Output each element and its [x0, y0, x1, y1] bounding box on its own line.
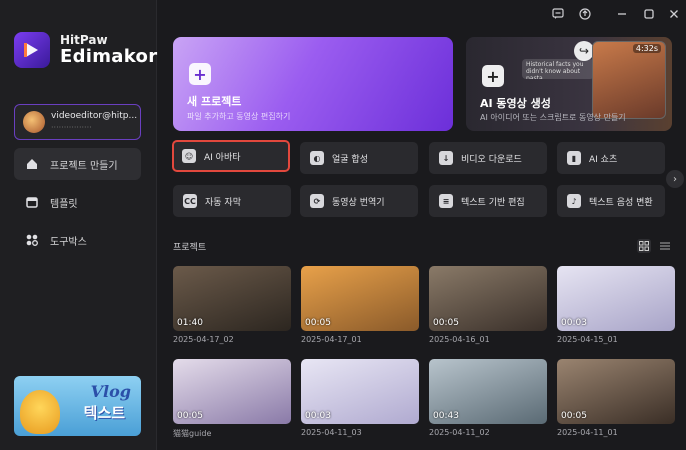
tool-text-to-speech[interactable]: ♪ 텍스트 음성 변환	[557, 185, 665, 217]
project-duration: 00:43	[433, 411, 459, 421]
project-duration: 00:05	[177, 411, 203, 421]
edimakor-logo-icon	[14, 32, 50, 68]
project-card[interactable]: 00:05	[301, 266, 419, 331]
project-duration: 00:03	[561, 318, 587, 328]
sidebar-item-label: 프로젝트 만들기	[50, 160, 118, 172]
sidebar-item-templates[interactable]: 템플릿	[14, 186, 141, 218]
project-name: 2025-04-11_03	[301, 428, 362, 437]
project-duration: 01:40	[177, 318, 203, 328]
sidebar: HitPaw Edimakor videoeditor@hitp... ····…	[0, 0, 157, 450]
ai-video-title: AI 동영상 생성	[480, 97, 551, 110]
project-name: 2025-04-17_01	[301, 335, 362, 344]
ai-video-generation-card[interactable]: + Historical facts you didn't know about…	[466, 37, 672, 131]
translate-icon: ⟳	[310, 194, 324, 208]
chevron-right-icon[interactable]: ›	[666, 170, 684, 188]
tool-label: AI 아바타	[204, 152, 241, 163]
ai-video-preview: 4:32s	[592, 41, 666, 119]
tool-video-translator[interactable]: ⟳ 동영상 번역기	[300, 185, 418, 217]
ai-video-caption: Historical facts you didn't know about p…	[522, 59, 594, 79]
tool-ai-shorts[interactable]: ▮ AI 쇼츠	[557, 142, 665, 174]
ai-video-subtitle: AI 아이디어 또는 스크립트로 동영상 만들기	[480, 113, 626, 122]
face-swap-icon: ◐	[310, 151, 324, 165]
plus-icon: +	[482, 65, 504, 87]
plus-icon: +	[189, 63, 211, 85]
ai-video-duration: 4:32s	[632, 44, 661, 53]
toolbox-icon	[24, 232, 40, 248]
new-project-title: 새 프로젝트	[187, 95, 242, 108]
home-icon	[24, 156, 40, 172]
share-arrow-icon: ↪	[574, 41, 594, 61]
avatar-icon: ☺	[182, 149, 196, 163]
project-card[interactable]: 00:43	[429, 359, 547, 424]
tts-icon: ♪	[567, 194, 581, 208]
project-duration: 00:03	[305, 411, 331, 421]
download-icon: ↓	[439, 151, 453, 165]
shorts-icon: ▮	[567, 151, 581, 165]
tool-text-based-edit[interactable]: ≡ 텍스트 기반 편집	[429, 185, 547, 217]
project-name: 2025-04-16_01	[429, 335, 490, 344]
project-card[interactable]: 01:40	[173, 266, 291, 331]
project-card[interactable]: 00:03	[301, 359, 419, 424]
project-name: 2025-04-17_02	[173, 335, 234, 344]
tool-face-swap[interactable]: ◐ 얼굴 합성	[300, 142, 418, 174]
account-sub: ················	[51, 122, 92, 132]
tool-label: 텍스트 음성 변환	[589, 197, 653, 208]
tool-ai-avatar[interactable]: ☺ AI 아바타	[172, 140, 290, 172]
sidebar-item-toolbox[interactable]: 도구박스	[14, 224, 141, 256]
tool-auto-subtitle[interactable]: CC 자동 자막	[173, 185, 291, 217]
project-duration: 00:05	[433, 318, 459, 328]
feedback-icon[interactable]	[550, 6, 566, 22]
avatar	[23, 111, 45, 133]
tool-label: 비디오 다운로드	[461, 154, 522, 165]
project-duration: 00:05	[561, 411, 587, 421]
project-duration: 00:05	[305, 318, 331, 328]
template-icon	[24, 194, 40, 210]
upload-icon[interactable]	[577, 6, 593, 22]
grid-view-icon[interactable]	[637, 239, 651, 253]
tool-label: AI 쇼츠	[589, 154, 618, 165]
promo-subtitle: 텍스트	[83, 404, 125, 422]
new-project-subtitle: 파일 추가하고 동영상 편집하기	[187, 112, 291, 121]
new-project-card[interactable]: + 새 프로젝트 파일 추가하고 동영상 편집하기	[173, 37, 453, 131]
project-card[interactable]: 00:05	[557, 359, 675, 424]
tool-label: 동영상 번역기	[332, 197, 385, 208]
account-name: videoeditor@hitp...	[51, 110, 138, 121]
tool-video-download[interactable]: ↓ 비디오 다운로드	[429, 142, 547, 174]
app-logo: HitPaw Edimakor	[14, 32, 157, 68]
close-icon[interactable]	[666, 6, 682, 22]
duck-illustration	[20, 390, 60, 434]
text-edit-icon: ≡	[439, 194, 453, 208]
project-name: 2025-04-11_01	[557, 428, 618, 437]
minimize-icon[interactable]	[614, 6, 630, 22]
tool-label: 얼굴 합성	[332, 154, 368, 165]
project-name: 2025-04-11_02	[429, 428, 490, 437]
tool-label: 텍스트 기반 편집	[461, 197, 525, 208]
promo-title: Vlog	[90, 382, 131, 401]
project-card[interactable]: 00:03	[557, 266, 675, 331]
project-card[interactable]: 00:05	[429, 266, 547, 331]
maximize-icon[interactable]	[641, 6, 657, 22]
project-name: 猫猫guide	[173, 429, 212, 438]
tool-label: 자동 자막	[205, 197, 241, 208]
project-name: 2025-04-15_01	[557, 335, 618, 344]
logo-product: Edimakor	[60, 45, 158, 67]
project-card[interactable]: 00:05	[173, 359, 291, 424]
sidebar-item-label: 템플릿	[50, 198, 78, 210]
list-view-icon[interactable]	[658, 239, 672, 253]
sidebar-item-create-project[interactable]: 프로젝트 만들기	[14, 148, 141, 180]
sidebar-item-label: 도구박스	[50, 236, 87, 248]
projects-section-title: 프로젝트	[173, 243, 207, 253]
vlog-promo-banner[interactable]: Vlog 텍스트	[14, 376, 141, 436]
cc-icon: CC	[183, 194, 197, 208]
account-button[interactable]: videoeditor@hitp... ················	[14, 104, 141, 140]
logo-brand: HitPaw	[60, 32, 108, 47]
